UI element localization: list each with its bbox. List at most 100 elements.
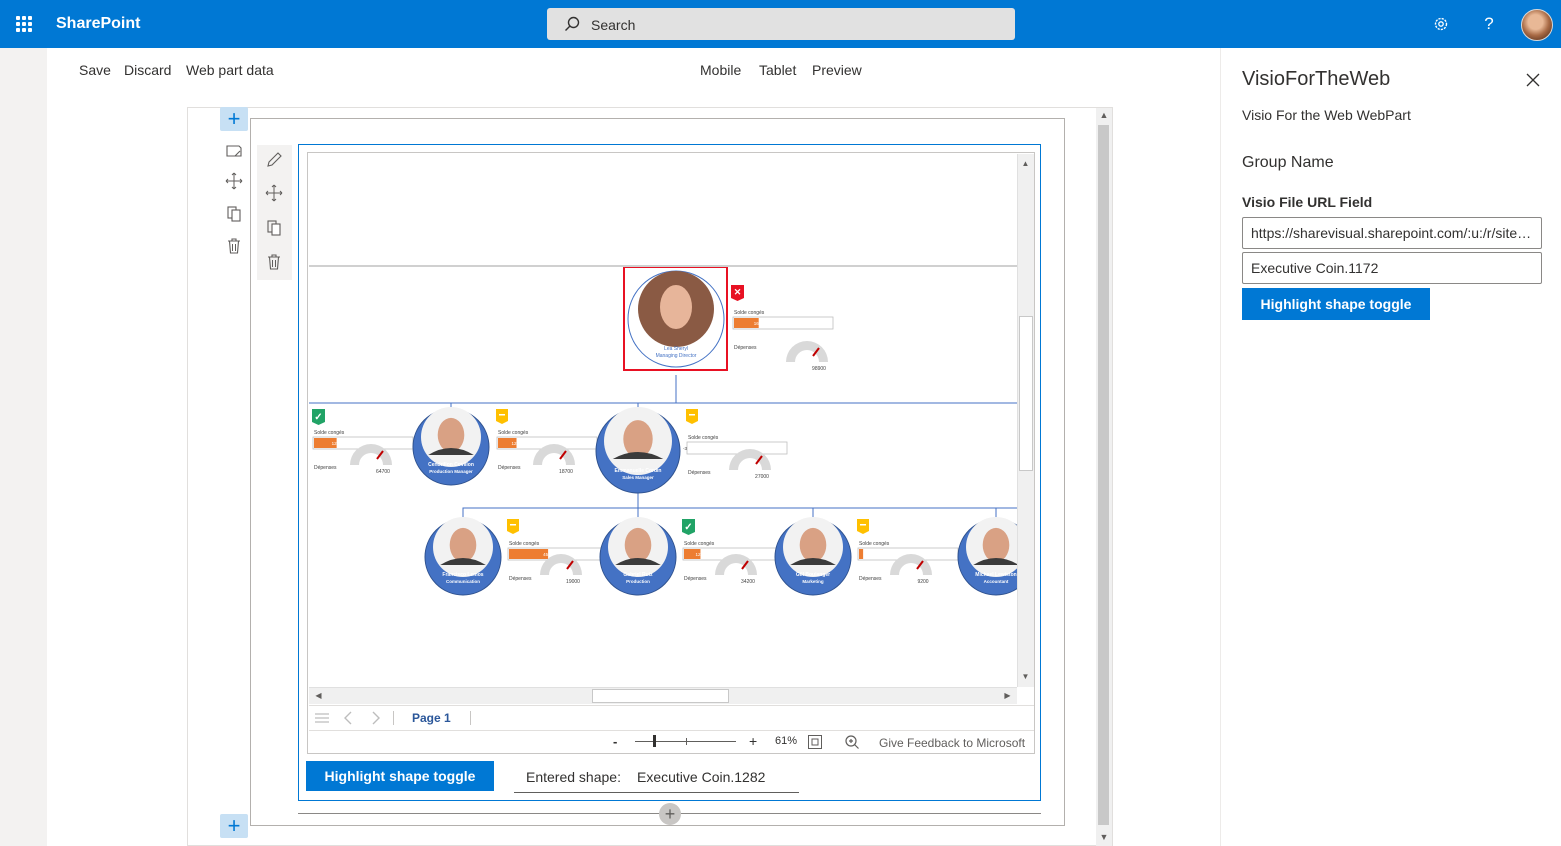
- visio-vertical-scrollbar[interactable]: ▲ ▼: [1017, 154, 1034, 687]
- warning-status-icon: [496, 409, 508, 424]
- scroll-up-icon[interactable]: ▲: [1018, 156, 1033, 171]
- edit-section-icon: [226, 145, 242, 157]
- duplicate-section-button[interactable]: [224, 204, 244, 224]
- page-scrollbar[interactable]: ▲ ▼: [1096, 108, 1112, 846]
- org-chart-svg: Lea SherylManaging Director ✕ Solde congés…: [309, 267, 1017, 596]
- connector-line: [309, 375, 1017, 410]
- close-icon[interactable]: [1523, 70, 1543, 90]
- portrait-face: [660, 285, 692, 329]
- page-list-icon[interactable]: [314, 711, 330, 725]
- zoom-in-button[interactable]: +: [749, 733, 757, 749]
- move-icon: [265, 184, 283, 202]
- node-title: Sales Manager: [622, 475, 654, 480]
- brand-name[interactable]: SharePoint: [56, 15, 140, 33]
- copy-icon: [267, 220, 281, 236]
- org-chart-diagram[interactable]: Lea Sheryl Managing Director ✕ Solde congés…: [309, 267, 1017, 687]
- warning-status-icon: [857, 519, 869, 534]
- settings-button[interactable]: [1429, 12, 1453, 36]
- gauge-label: Dépenses: [734, 345, 757, 351]
- entered-shape-field: Entered shape: Executive Coin.1282: [514, 761, 799, 793]
- move-webpart-button[interactable]: [264, 183, 284, 203]
- gauge-value: 27000: [755, 474, 769, 480]
- edit-webpart-button[interactable]: [264, 150, 284, 170]
- page-scrollbar-thumb[interactable]: [1098, 125, 1109, 825]
- web-part-data-button[interactable]: Web part data: [186, 62, 274, 78]
- node-title: Production Manager: [429, 469, 473, 474]
- pane-highlight-shape-toggle-button[interactable]: Highlight shape toggle: [1242, 288, 1430, 320]
- bar-value: 12: [512, 441, 518, 446]
- scroll-up-icon[interactable]: ▲: [1096, 110, 1112, 120]
- fit-to-window-icon[interactable]: [807, 734, 823, 750]
- pane-title: VisioForTheWeb: [1242, 68, 1391, 90]
- next-page-icon[interactable]: [370, 710, 382, 726]
- user-avatar[interactable]: [1521, 9, 1553, 41]
- bar-label: Solde congés: [314, 430, 345, 436]
- bar-value: -3: [683, 446, 687, 451]
- preview-button[interactable]: Preview: [812, 62, 862, 78]
- page-tab[interactable]: Page 1: [412, 711, 451, 725]
- scroll-down-icon[interactable]: ▼: [1096, 832, 1112, 842]
- scroll-down-icon[interactable]: ▼: [1018, 669, 1033, 684]
- scroll-left-icon[interactable]: ◀: [311, 688, 326, 703]
- entered-shape-label: Entered shape:: [526, 769, 621, 785]
- scroll-right-icon[interactable]: ▶: [1000, 688, 1015, 703]
- visio-horizontal-scrollbar[interactable]: ◀ ▶: [309, 687, 1017, 704]
- search-input[interactable]: Search: [547, 8, 1015, 40]
- gauge-value: 64700: [376, 469, 390, 475]
- zoom-out-button[interactable]: -: [613, 734, 617, 749]
- bar-label: Solde congés: [859, 541, 890, 547]
- visio-status-bar: - + 61% Give Feedback to Microsoft: [309, 730, 1034, 753]
- gauge-value: 9200: [917, 579, 928, 585]
- warning-status-icon: [510, 524, 516, 526]
- add-section-top-button[interactable]: +: [220, 107, 248, 131]
- warning-status-icon: [499, 414, 505, 416]
- add-section-bottom-button[interactable]: +: [220, 814, 248, 838]
- bar-label: Solde congés: [498, 430, 529, 436]
- highlight-shape-toggle-button[interactable]: Highlight shape toggle: [306, 761, 494, 791]
- mobile-preview-button[interactable]: Mobile: [700, 62, 741, 78]
- bar-track: [686, 441, 788, 455]
- delete-webpart-button[interactable]: [264, 252, 284, 272]
- gauge-value: 98900: [812, 366, 826, 372]
- visio-vscroll-thumb[interactable]: [1019, 316, 1033, 471]
- visio-hscroll-thumb[interactable]: [592, 689, 729, 703]
- bar-label: Solde congés: [688, 435, 719, 441]
- org-node: [595, 407, 681, 494]
- warning-status-icon: [689, 414, 695, 416]
- entered-shape-value: Executive Coin.1282: [637, 769, 766, 785]
- duplicate-webpart-button[interactable]: [264, 218, 284, 238]
- app-launcher-icon[interactable]: [16, 16, 32, 32]
- help-button[interactable]: ?: [1477, 12, 1501, 36]
- move-section-button[interactable]: [224, 171, 244, 191]
- zoom-slider-thumb[interactable]: [653, 735, 657, 747]
- node-name: Emmanuelle Cordin: [615, 468, 662, 474]
- zoom-search-icon[interactable]: [844, 734, 860, 750]
- visio-url-field[interactable]: https://sharevisual.sharepoint.com/:u:/r…: [1242, 217, 1542, 249]
- error-status-icon: ✕: [734, 287, 742, 297]
- node-title: Accountant: [984, 579, 1009, 584]
- help-icon: ?: [1484, 14, 1494, 33]
- node-name: Gabriel Ruiz: [623, 572, 653, 578]
- delete-section-button[interactable]: [224, 236, 244, 256]
- move-icon: [225, 172, 243, 190]
- previous-page-icon[interactable]: [342, 710, 354, 726]
- gauge-label: Dépenses: [509, 576, 532, 582]
- gauge-value: 18700: [559, 469, 573, 475]
- node-title: Communication: [446, 579, 480, 584]
- gauge-label: Dépenses: [859, 576, 882, 582]
- suite-bar: SharePoint Search ?: [0, 0, 1561, 48]
- shape-name-field[interactable]: Executive Coin.1172: [1242, 252, 1542, 284]
- bar-fill: [859, 549, 864, 559]
- feedback-link[interactable]: Give Feedback to Microsoft: [879, 736, 1025, 750]
- zoom-level[interactable]: 61%: [775, 735, 797, 747]
- save-button[interactable]: Save: [79, 62, 111, 78]
- visio-page-bar: Page 1: [309, 705, 1034, 730]
- tablet-preview-button[interactable]: Tablet: [759, 62, 796, 78]
- separator: [470, 711, 471, 725]
- portrait-face: [449, 527, 477, 563]
- edit-section-button[interactable]: [224, 141, 244, 161]
- discard-button[interactable]: Discard: [124, 62, 171, 78]
- gauge-label: Dépenses: [314, 465, 337, 471]
- connector-line: [462, 493, 1017, 517]
- add-webpart-button[interactable]: +: [659, 803, 681, 825]
